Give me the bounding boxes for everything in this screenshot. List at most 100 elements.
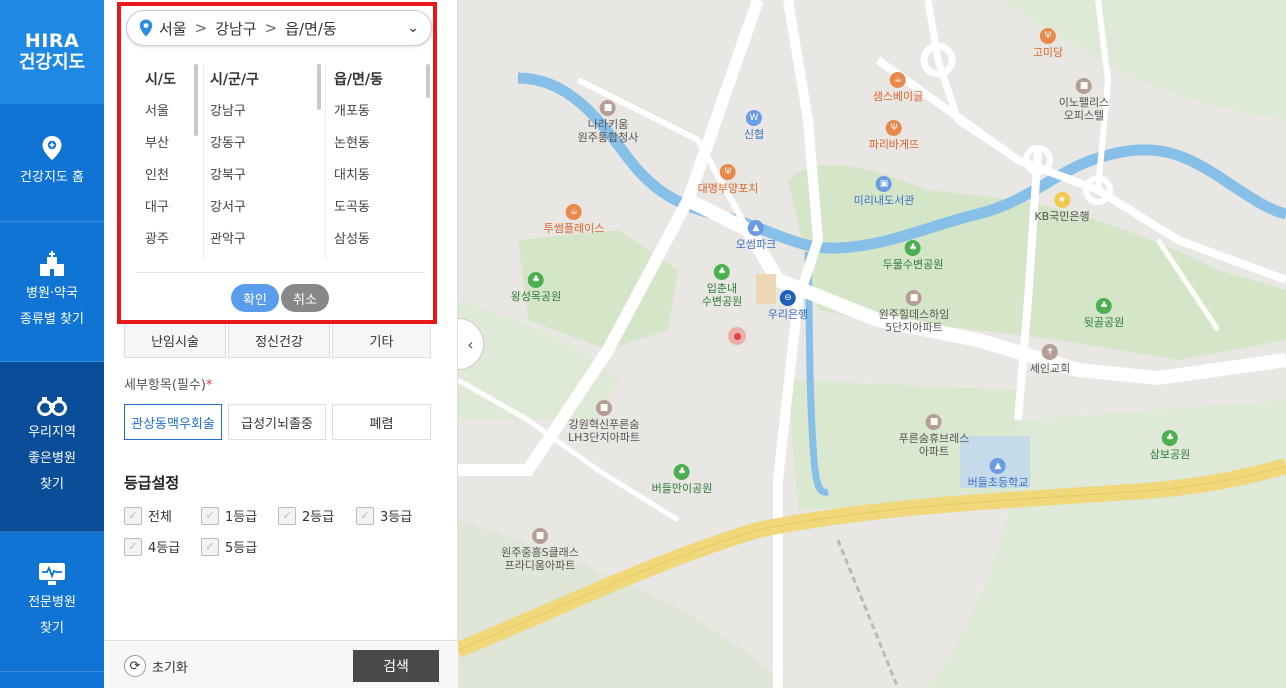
church-icon: ✝ xyxy=(1041,344,1058,360)
sigungu-item[interactable]: 강서구 xyxy=(210,192,310,224)
reset-label: 초기화 xyxy=(152,660,188,676)
poi-hildesheim-apt[interactable]: ■ 원주힐데스하임 5단지아파트 xyxy=(879,290,949,334)
grade-option-1[interactable]: ✓ 1등급 xyxy=(201,506,257,525)
sido-item[interactable]: 광주 xyxy=(145,224,195,256)
map-view[interactable]: ■ 나라키움 원주통합청사 W 신협 Ψ 대명부양포치 ☕ 투썸플레이스 ▲ 오썸파크 ♣… xyxy=(458,0,1286,688)
dong-item[interactable]: 개포동 xyxy=(334,96,424,128)
nav-hospital-label-1: 병원·약국 xyxy=(26,285,78,301)
cancel-button[interactable]: 취소 xyxy=(281,284,329,312)
nav-item-home[interactable]: 건강지도 홈 xyxy=(0,104,104,222)
sido-scrollbar[interactable] xyxy=(194,64,198,136)
hira-logo[interactable]: HIRA 건강지도 xyxy=(0,0,104,104)
location-pin-icon xyxy=(139,19,153,37)
sigungu-item[interactable]: 강동구 xyxy=(210,128,310,160)
poi-beodeul-school[interactable]: ▲ 버들초등학교 xyxy=(968,458,1028,489)
sido-item[interactable]: 서울 xyxy=(145,96,195,128)
poi-kb-bank[interactable]: ★ KB국민은행 xyxy=(1034,192,1090,223)
grade-option-all[interactable]: ✓ 전체 xyxy=(124,506,172,525)
sigungu-item[interactable]: 강남구 xyxy=(210,96,310,128)
checkbox-icon: ✓ xyxy=(278,506,296,525)
dong-item[interactable]: 삼성동 xyxy=(334,224,424,256)
poi-dumul-park[interactable]: ♣ 두물수변공원 xyxy=(883,240,943,271)
grade-5-label: 5등급 xyxy=(225,541,258,556)
tree-icon: ♣ xyxy=(1095,298,1112,314)
poi-sambo-park[interactable]: ♣ 삼보공원 xyxy=(1150,430,1190,461)
left-nav: HIRA 건강지도 건강지도 홈 병원·약국 종류별 찾기 우리지역 좋은병원 … xyxy=(0,0,104,688)
poi-label: 버들만이공원 xyxy=(651,482,713,495)
nav-good-label-2: 좋은병원 xyxy=(28,450,76,466)
poi-wangseong-park[interactable]: ♣ 왕성목공원 xyxy=(511,272,561,303)
sido-header: 시/도 xyxy=(145,72,176,88)
nav-item-good-hospital[interactable]: 우리지역 좋은병원 찾기 xyxy=(0,362,104,532)
monitor-heart-icon xyxy=(39,562,65,585)
poi-restaurant[interactable]: Ψ 대명부양포치 xyxy=(698,164,758,195)
poi-prunsum-apt[interactable]: ■ 푸른숨휴브레스 아파트 xyxy=(898,414,970,458)
poi-label: 원주중흥S클래스 프라디움아파트 xyxy=(501,546,579,572)
poi-awesome-park[interactable]: ▲ 오썸파크 xyxy=(736,220,776,251)
poi-jungheung-apt[interactable]: ■ 원주중흥S클래스 프라디움아파트 xyxy=(501,528,579,572)
sigungu-scrollbar[interactable] xyxy=(317,64,321,110)
poi-label: 입춘내 수변공원 xyxy=(701,282,743,308)
category-other[interactable]: 기타 xyxy=(332,322,431,358)
detail-cabg[interactable]: 관상동맥우회술 xyxy=(124,404,222,440)
nav-item-hospital-type[interactable]: 병원·약국 종류별 찾기 xyxy=(0,222,104,362)
tree-icon: ♣ xyxy=(673,464,690,480)
grade-option-3[interactable]: ✓ 3등급 xyxy=(356,506,412,525)
poi-label: 푸른숨휴브레스 아파트 xyxy=(898,432,970,458)
poi-sams-bagel[interactable]: ☕ 샘스베이글 xyxy=(873,72,923,103)
grade-option-2[interactable]: ✓ 2등급 xyxy=(278,506,334,525)
breadcrumb-sido: 서울 xyxy=(159,19,187,38)
poi-inopalace[interactable]: ■ 이노팰리스 오피스텔 xyxy=(1058,78,1110,122)
poi-ipchun-park[interactable]: ♣ 입춘내 수변공원 xyxy=(702,264,742,308)
poi-mirinae-library[interactable]: ▣ 미리내도서관 xyxy=(853,176,915,207)
dong-item[interactable]: 도곡동 xyxy=(334,192,424,224)
confirm-button[interactable]: 확인 xyxy=(231,284,279,312)
building-icon: ■ xyxy=(599,100,616,116)
region-selector-toggle[interactable]: 서울 > 강남구 > 읍/면/동 ⌄ xyxy=(126,10,432,46)
dong-item[interactable]: 논현동 xyxy=(334,128,424,160)
building-icon: ▲ xyxy=(747,220,764,236)
checkbox-icon: ✓ xyxy=(356,506,374,525)
current-location-marker[interactable] xyxy=(728,327,746,345)
sigungu-item[interactable]: 관악구 xyxy=(210,224,310,256)
sido-item[interactable]: 인천 xyxy=(145,160,195,192)
poi-beodeulmani-park[interactable]: ♣ 버들만이공원 xyxy=(651,464,713,495)
category-mental-health[interactable]: 정신건강 xyxy=(228,322,330,358)
grade-option-5[interactable]: ✓ 5등급 xyxy=(201,537,257,556)
chevron-left-icon: ‹ xyxy=(467,334,474,354)
poi-government-complex[interactable]: ■ 나라키움 원주통합청사 xyxy=(578,100,638,144)
poi-sein-church[interactable]: ✝ 세인교회 xyxy=(1030,344,1070,375)
sigungu-item[interactable]: 강북구 xyxy=(210,160,310,192)
sido-item[interactable]: 대구 xyxy=(145,192,195,224)
poi-label: KB국민은행 xyxy=(1034,210,1090,223)
poi-shinhyup[interactable]: W 신협 xyxy=(744,110,764,141)
poi-label: 이노팰리스 오피스텔 xyxy=(1058,96,1110,122)
sido-column: 시/도 서울 부산 인천 대구 광주 xyxy=(145,64,195,256)
poi-paris-baguette[interactable]: Ψ 파리바게뜨 xyxy=(869,120,919,151)
detail-pneumonia[interactable]: 폐렴 xyxy=(332,404,431,440)
detail-acute-stroke[interactable]: 급성기뇌졸중 xyxy=(228,404,326,440)
detail-label: 세부항목(필수)* xyxy=(124,374,212,393)
fork-knife-icon: Ψ xyxy=(885,120,902,136)
column-divider xyxy=(203,64,204,260)
grade-1-label: 1등급 xyxy=(225,510,258,525)
sido-item[interactable]: 부산 xyxy=(145,128,195,160)
dong-item[interactable]: 대치동 xyxy=(334,160,424,192)
grade-4-label: 4등급 xyxy=(148,541,181,556)
dong-scrollbar[interactable] xyxy=(426,64,430,98)
nav-item-specialty[interactable]: 전문병원 찾기 xyxy=(0,532,104,672)
poi-label: 미리내도서관 xyxy=(853,194,915,207)
category-infertility[interactable]: 난임시술 xyxy=(124,322,226,358)
nav-specialty-label-1: 전문병원 xyxy=(28,594,76,610)
poi-lh3-apt[interactable]: ■ 강원혁신푸른숨 LH3단지아파트 xyxy=(568,400,640,444)
poi-dwitgol-park[interactable]: ♣ 뒷골공원 xyxy=(1084,298,1124,329)
reset-button[interactable]: ⟳ 초기화 xyxy=(124,655,188,677)
dong-column: 읍/면/동 개포동 논현동 대치동 도곡동 삼성동 xyxy=(334,64,424,256)
search-button[interactable]: 검색 xyxy=(353,650,439,682)
grade-option-4[interactable]: ✓ 4등급 xyxy=(124,537,180,556)
poi-twosome[interactable]: ☕ 투썸플레이스 xyxy=(544,204,604,235)
poi-woori-bank[interactable]: ⊖ 우리은행 xyxy=(768,290,808,321)
poi-gomidang[interactable]: Ψ 고미당 xyxy=(1033,28,1063,59)
nav-specialty-label-2: 찾기 xyxy=(40,620,64,636)
grade-title: 등급설정 xyxy=(124,474,180,492)
